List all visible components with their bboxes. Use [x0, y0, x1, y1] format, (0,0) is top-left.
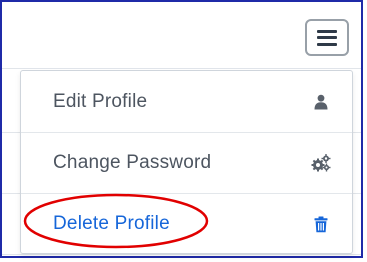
profile-dropdown-menu: Edit Profile Change Password Delete Prof… — [20, 70, 353, 254]
menu-toggle-button[interactable] — [305, 19, 349, 56]
trash-icon — [310, 213, 332, 235]
user-icon — [310, 91, 332, 113]
menu-item-label: Delete Profile — [53, 213, 170, 234]
hamburger-menu-icon — [317, 29, 337, 46]
menu-item-change-password[interactable]: Change Password — [21, 132, 352, 193]
menu-item-label: Edit Profile — [53, 90, 148, 112]
menu-item-edit-profile[interactable]: Edit Profile — [21, 71, 352, 132]
cogs-icon — [310, 152, 332, 174]
menu-item-delete-profile[interactable]: Delete Profile — [21, 193, 352, 253]
menu-item-label: Change Password — [53, 152, 212, 173]
